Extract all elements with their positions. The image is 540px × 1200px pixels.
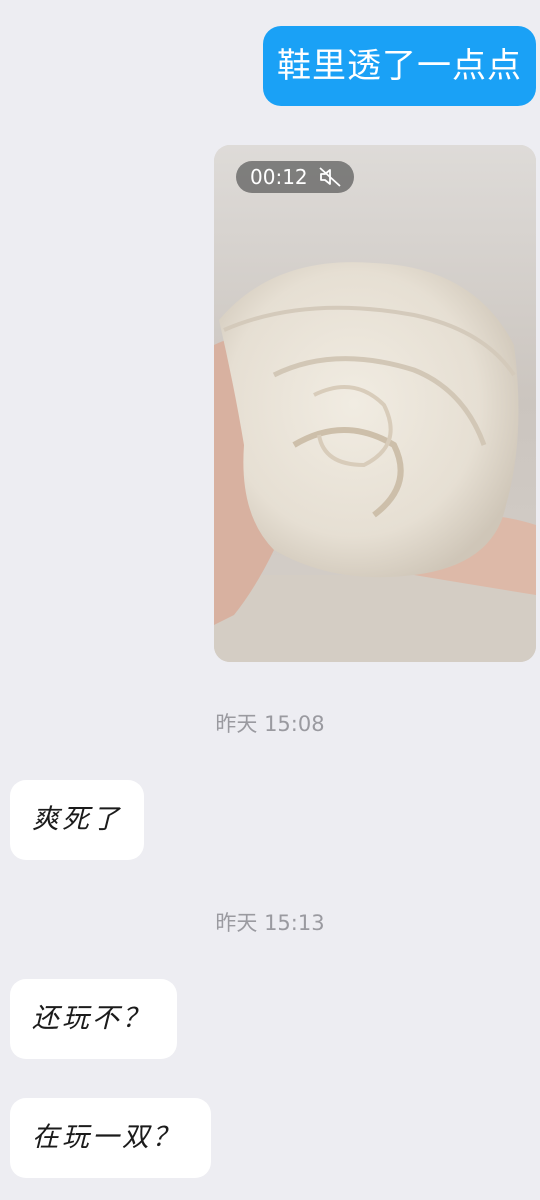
incoming-message-bubble[interactable]: 爽死了 [10, 780, 144, 860]
message-timestamp: 昨天 15:13 [215, 911, 325, 935]
video-duration-badge: 00:12 [236, 161, 354, 193]
incoming-message-bubble[interactable]: 在玩一双？ [10, 1098, 211, 1178]
chat-conversation: 鞋里透了一点点 00:12 昨天 15:08 爽死了 昨天 15:13 还玩不？… [0, 0, 540, 1200]
message-timestamp: 昨天 15:08 [215, 712, 325, 736]
incoming-message-bubble[interactable]: 还玩不？ [10, 979, 177, 1059]
video-thumbnail [214, 145, 536, 662]
video-duration: 00:12 [250, 165, 308, 189]
outgoing-message-bubble[interactable]: 鞋里透了一点点 [263, 26, 536, 106]
mute-icon[interactable] [318, 166, 342, 188]
video-message[interactable]: 00:12 [214, 145, 536, 662]
